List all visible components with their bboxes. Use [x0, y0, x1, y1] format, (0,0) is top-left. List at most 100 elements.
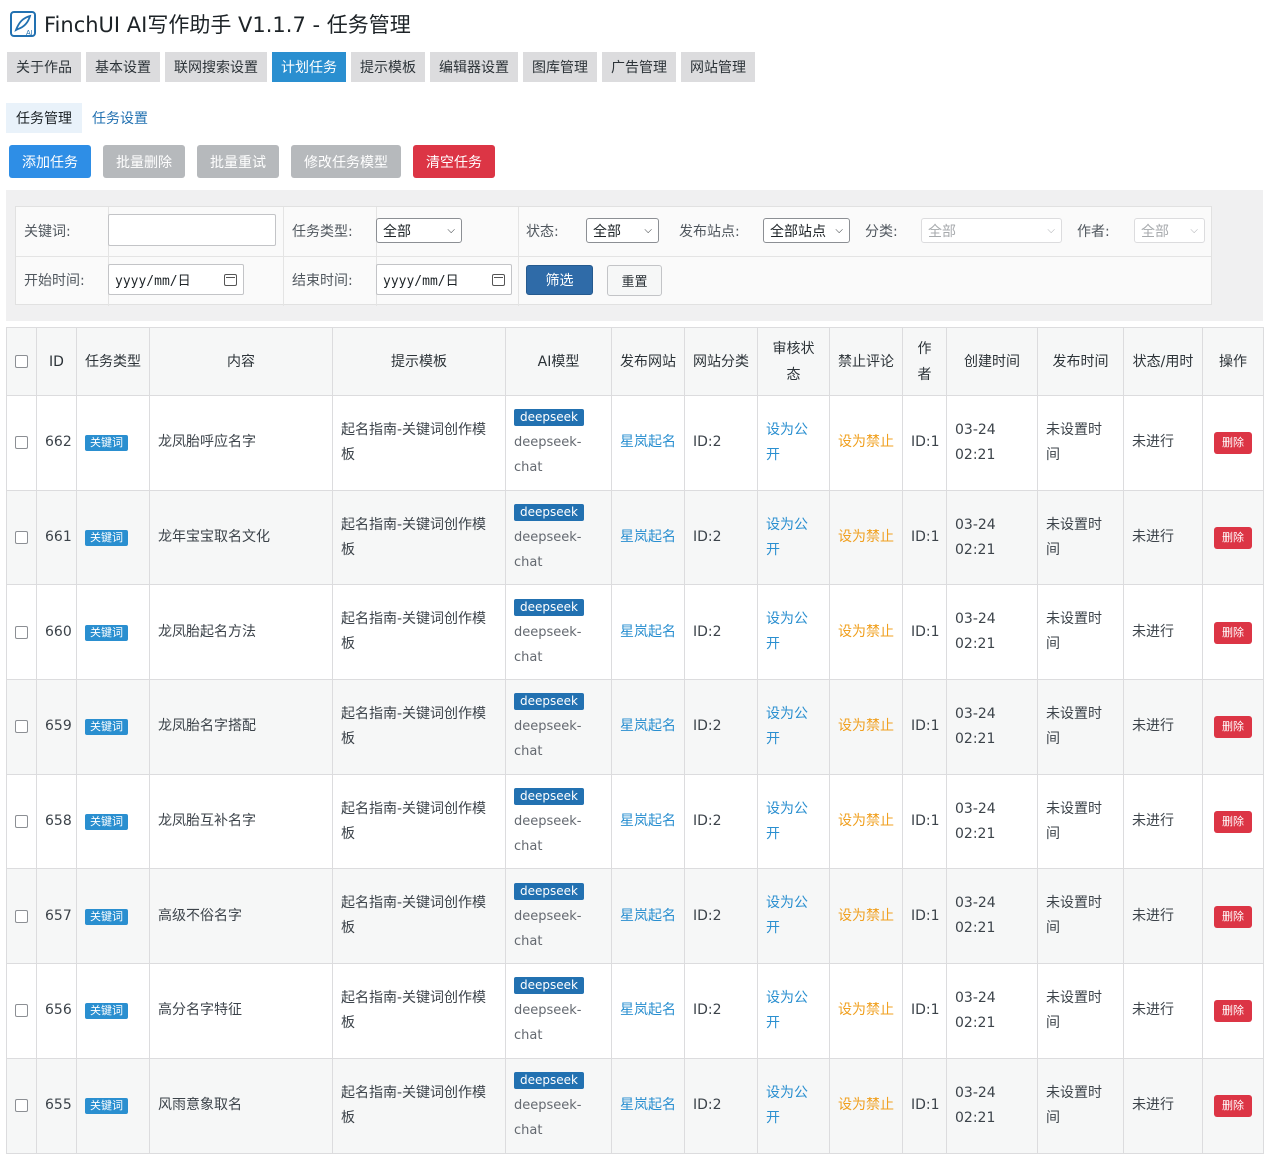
- set-public-link[interactable]: 设为公开: [766, 895, 808, 936]
- calendar-icon[interactable]: [492, 273, 505, 286]
- reset-button[interactable]: 重置: [607, 265, 662, 296]
- filter-button[interactable]: 筛选: [526, 265, 593, 295]
- task-content: 龙凤胎起名方法: [149, 584, 333, 681]
- delete-button[interactable]: 删除: [1214, 432, 1252, 455]
- batch-delete-button[interactable]: 批量删除: [103, 145, 185, 178]
- row-checkbox[interactable]: [15, 1004, 28, 1018]
- site-link[interactable]: 星岚起名: [620, 718, 676, 734]
- row-checkbox[interactable]: [15, 815, 28, 829]
- delete-button[interactable]: 删除: [1214, 1095, 1252, 1118]
- disable-comment-link[interactable]: 设为禁止: [838, 813, 894, 829]
- tab-scheduled-tasks[interactable]: 计划任务: [272, 52, 346, 82]
- tab-about[interactable]: 关于作品: [7, 52, 81, 82]
- sub-tabs: 任务管理 任务设置: [6, 103, 158, 133]
- row-checkbox[interactable]: [15, 909, 28, 923]
- table-row: 655 关键词 风雨意象取名 起名指南-关键词创作模板 deepseek deep…: [6, 1057, 1264, 1154]
- disable-comment-link[interactable]: 设为禁止: [838, 1097, 894, 1113]
- set-public-link[interactable]: 设为公开: [766, 517, 808, 558]
- task-published: 未设置时间: [1037, 773, 1124, 870]
- table-row: 656 关键词 高分名字特征 起名指南-关键词创作模板 deepseek deep…: [6, 963, 1264, 1059]
- edit-task-model-button[interactable]: 修改任务模型: [291, 145, 401, 178]
- site-link[interactable]: 星岚起名: [620, 813, 676, 829]
- column-header-status: 状态/用时: [1123, 327, 1203, 396]
- site-link[interactable]: 星岚起名: [620, 624, 676, 640]
- delete-button[interactable]: 删除: [1214, 1000, 1252, 1023]
- set-public-link[interactable]: 设为公开: [766, 422, 808, 463]
- add-task-button[interactable]: 添加任务: [9, 145, 91, 178]
- set-public-link[interactable]: 设为公开: [766, 801, 808, 842]
- disable-comment-link[interactable]: 设为禁止: [838, 908, 894, 924]
- model-provider-badge: deepseek: [514, 598, 584, 616]
- row-checkbox[interactable]: [15, 625, 28, 639]
- publish-site-select[interactable]: 全部站点 ⌵: [763, 218, 850, 243]
- tab-sites[interactable]: 网站管理: [681, 52, 755, 82]
- task-review-cell: 设为公开: [757, 1057, 830, 1154]
- delete-button[interactable]: 删除: [1214, 716, 1252, 739]
- task-created: 03-24 02:21: [946, 1057, 1038, 1154]
- set-public-link[interactable]: 设为公开: [766, 990, 808, 1031]
- set-public-link[interactable]: 设为公开: [766, 611, 808, 652]
- batch-retry-button[interactable]: 批量重试: [197, 145, 279, 178]
- table-row: 660 关键词 龙凤胎起名方法 起名指南-关键词创作模板 deepseek dee…: [6, 584, 1264, 681]
- task-type-label: 任务类型:: [292, 224, 353, 240]
- column-header-comment: 禁止评论: [829, 327, 903, 396]
- clear-tasks-button[interactable]: 清空任务: [413, 145, 495, 178]
- task-published: 未设置时间: [1037, 395, 1124, 491]
- column-header-category: 网站分类: [684, 327, 758, 396]
- set-public-link[interactable]: 设为公开: [766, 1085, 808, 1126]
- disable-comment-link[interactable]: 设为禁止: [838, 529, 894, 545]
- model-provider-badge: deepseek: [514, 977, 584, 995]
- chevron-down-icon: ⌵: [1047, 225, 1055, 236]
- task-comment-cell: 设为禁止: [829, 584, 903, 681]
- site-link[interactable]: 星岚起名: [620, 529, 676, 545]
- task-type-select[interactable]: 全部 ⌵: [376, 218, 462, 243]
- disable-comment-link[interactable]: 设为禁止: [838, 1002, 894, 1018]
- end-date-input[interactable]: yyyy/mm/日: [376, 264, 512, 295]
- tab-editor-settings[interactable]: 编辑器设置: [430, 52, 518, 82]
- column-header-published: 发布时间: [1037, 327, 1124, 396]
- site-link[interactable]: 星岚起名: [620, 1002, 676, 1018]
- delete-button[interactable]: 删除: [1214, 905, 1252, 928]
- keyword-badge: 关键词: [85, 435, 128, 452]
- start-date-input[interactable]: yyyy/mm/日: [108, 264, 244, 295]
- row-checkbox[interactable]: [15, 531, 28, 545]
- site-link[interactable]: 星岚起名: [620, 1097, 676, 1113]
- set-public-link[interactable]: 设为公开: [766, 706, 808, 747]
- tab-web-search-settings[interactable]: 联网搜索设置: [165, 52, 267, 82]
- task-type-cell: 关键词: [76, 489, 150, 586]
- disable-comment-link[interactable]: 设为禁止: [838, 624, 894, 640]
- delete-button[interactable]: 删除: [1214, 527, 1252, 550]
- select-all-checkbox[interactable]: [15, 355, 28, 368]
- site-link[interactable]: 星岚起名: [620, 434, 676, 450]
- tab-basic-settings[interactable]: 基本设置: [86, 52, 160, 82]
- row-checkbox[interactable]: [15, 436, 28, 450]
- task-created: 03-24 02:21: [946, 868, 1038, 965]
- filter-panel: 关键词: 任务类型: 全部 ⌵ 状态: 全部 ⌵ 发布站点: 全部站点 ⌵ 分类: 全…: [6, 190, 1263, 321]
- calendar-icon[interactable]: [224, 273, 237, 286]
- tab-gallery[interactable]: 图库管理: [523, 52, 597, 82]
- task-published: 未设置时间: [1037, 1057, 1124, 1154]
- table-row: 662 关键词 龙凤胎呼应名字 起名指南-关键词创作模板 deepseek dee…: [6, 395, 1264, 491]
- row-select-cell: [6, 1057, 37, 1154]
- delete-button[interactable]: 删除: [1214, 621, 1252, 644]
- keyword-input[interactable]: [108, 214, 276, 246]
- task-model-cell: deepseek deepseek-chat: [505, 1057, 612, 1154]
- column-header-author: 作者: [902, 327, 947, 396]
- row-checkbox[interactable]: [15, 1099, 28, 1113]
- row-checkbox[interactable]: [15, 720, 28, 734]
- subtab-task-settings[interactable]: 任务设置: [82, 103, 158, 133]
- tab-ads[interactable]: 广告管理: [602, 52, 676, 82]
- chevron-down-icon: ⌵: [835, 225, 843, 236]
- publish-site-label: 发布站点:: [679, 224, 740, 240]
- site-link[interactable]: 星岚起名: [620, 908, 676, 924]
- status-select[interactable]: 全部 ⌵: [586, 218, 659, 243]
- task-content: 风雨意象取名: [149, 1057, 333, 1154]
- subtab-task-management[interactable]: 任务管理: [6, 103, 82, 133]
- delete-button[interactable]: 删除: [1214, 811, 1252, 834]
- disable-comment-link[interactable]: 设为禁止: [838, 718, 894, 734]
- tab-prompt-templates[interactable]: 提示模板: [351, 52, 425, 82]
- keyword-badge: 关键词: [85, 814, 128, 831]
- disable-comment-link[interactable]: 设为禁止: [838, 434, 894, 450]
- task-author: ID:1: [902, 963, 947, 1059]
- model-name: deepseek-chat: [514, 1098, 582, 1139]
